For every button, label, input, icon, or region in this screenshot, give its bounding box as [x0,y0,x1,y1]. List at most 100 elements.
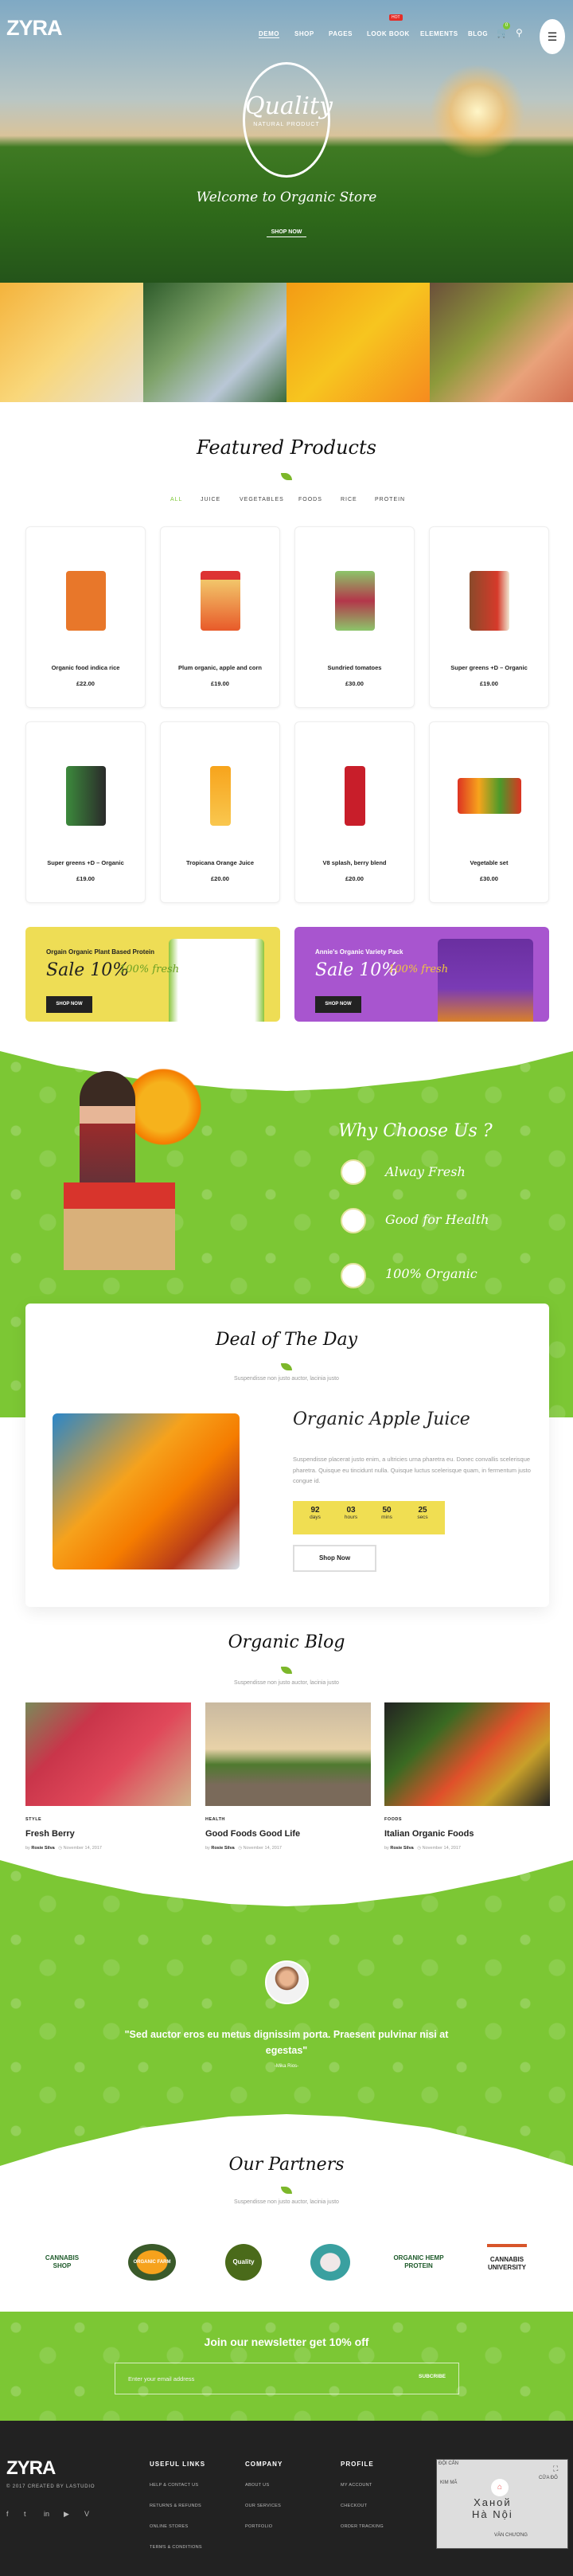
footer-link[interactable]: ORDER TRACKING [341,2524,384,2529]
footer-link[interactable]: ONLINE STORES [150,2524,188,2529]
countdown-value: 03 [346,1506,356,1515]
tab-foods[interactable]: FOODS [298,497,322,502]
subscribe-button[interactable]: SUBCRIBE [419,2374,446,2379]
badge-title: Quality [245,92,333,120]
nav-elements[interactable]: ELEMENTS [420,30,458,37]
nav-demo[interactable]: DEMO [259,30,279,38]
banner-product-image [438,939,533,1022]
facebook-icon[interactable]: f [6,2510,9,2518]
tab-rice[interactable]: RICE [341,497,357,502]
product-name[interactable]: Organic food indica rice [26,664,145,671]
partner-logo-organic-farm[interactable]: ORGANIC FARM [128,2244,176,2281]
product-card[interactable]: Plum organic, apple and corn £19.00 [160,526,280,708]
leaf-icon [281,473,292,480]
product-card[interactable]: Super greens +D – Organic £19.00 [429,526,549,708]
map-label: VĂN CHƯƠNG [494,2533,528,2538]
hero-shop-now-link[interactable]: SHOP NOW [267,229,306,237]
product-name[interactable]: Tropicana Orange Juice [161,859,279,866]
footer-link[interactable]: CHECKOUT [341,2504,367,2508]
twitter-icon[interactable]: t [24,2510,26,2518]
youtube-icon[interactable]: ▶ [64,2510,69,2519]
product-card[interactable]: Tropicana Orange Juice £20.00 [160,721,280,903]
fresh-food-icon [341,1159,366,1185]
product-card[interactable]: Sundried tomatoes £30.00 [294,526,415,708]
blog-post-title[interactable]: Fresh Berry [25,1829,75,1839]
deal-title: Deal of The Day [215,1330,358,1350]
product-card[interactable]: Organic food indica rice £22.00 [25,526,146,708]
product-image [335,571,375,631]
map-city: Ханой Hà Nội [472,2496,513,2520]
tab-vegetables[interactable]: VEGETABLES [240,497,284,502]
partner-logo-cow[interactable] [310,2244,350,2281]
footer-heading: PROFILE [341,2461,374,2468]
product-name[interactable]: Plum organic, apple and corn [161,664,279,671]
nav-shop[interactable]: SHOP [294,30,314,37]
map-label: ĐỘI CẤN [439,2461,459,2466]
promo-banner-annies[interactable]: Annie's Organic Variety Pack Sale 10% 10… [294,927,549,1022]
blog-image-italian-food[interactable] [384,1702,550,1806]
site-logo[interactable]: ZYRA [6,16,62,41]
why-item-health: Good for Health [385,1212,489,1227]
product-card[interactable]: Super greens +D – Organic £19.00 [25,721,146,903]
location-map[interactable]: ĐỘI CẤN KIM MÃ CỬA ĐÔ VĂN CHƯƠNG ⌂ Ханой… [436,2459,568,2549]
promo-banner-protein[interactable]: Orgain Organic Plant Based Protein Sale … [25,927,280,1022]
blog-author[interactable]: Rosie Silva [211,1846,234,1851]
product-image [458,778,521,814]
deal-description: Suspendisse placerat justo enim, a ultri… [293,1456,531,1484]
product-name[interactable]: Super greens +D – Organic [430,664,548,671]
footer-link[interactable]: RETURNS & REFUNDS [150,2504,201,2508]
banner-shop-now-button[interactable]: SHOP NOW [315,996,361,1013]
by-label: by [384,1846,389,1851]
blog-author[interactable]: Rosie Silva [31,1846,54,1851]
footer-link[interactable]: MY ACCOUNT [341,2483,372,2488]
deal-shop-now-button[interactable]: Shop Now [293,1545,376,1572]
deal-subtitle: Suspendisse non justo auctor, lacinia ju… [234,1376,339,1382]
countdown-label: days [310,1515,321,1520]
countdown-label: hours [344,1515,358,1520]
product-card[interactable]: Vegetable set £30.00 [429,721,549,903]
partner-logo-quality[interactable]: Quality [225,2244,262,2281]
product-name[interactable]: Super greens +D – Organic [26,859,145,866]
footer-link[interactable]: HELP & CONTACT US [150,2483,198,2488]
blog-post-title[interactable]: Good Foods Good Life [205,1829,300,1839]
product-name[interactable]: Vegetable set [430,859,548,866]
tab-protein[interactable]: PROTEIN [375,497,405,502]
footer-link[interactable]: ABOUT US [245,2483,269,2488]
partners-subtitle: Suspendisse non justo auctor, lacinia ju… [234,2199,339,2205]
product-name[interactable]: Sundried tomatoes [295,664,414,671]
nav-pages[interactable]: PAGES [329,30,353,37]
partner-logo-cannabis-shop[interactable]: CANNABIS SHOP [38,2244,86,2281]
blog-image-cow-milk[interactable] [205,1702,371,1806]
blog-meta: by Rosie Silva ◷ November 14, 2017 [205,1846,282,1851]
blog-category[interactable]: FOODS [384,1817,402,1822]
footer-logo[interactable]: ZYRA [6,2457,56,2480]
product-image [201,571,240,631]
banner-shop-now-button[interactable]: SHOP NOW [46,996,92,1013]
banner-fresh: 100% fresh [388,964,449,975]
product-name[interactable]: V8 splash, berry blend [295,859,414,866]
email-input[interactable] [115,2363,378,2394]
fullscreen-icon[interactable]: ⛶ [553,2465,558,2473]
organic-100-icon [341,1263,366,1288]
menu-icon[interactable]: ☰ [540,19,565,54]
linkedin-icon[interactable]: in [44,2510,49,2518]
blog-category[interactable]: STYLE [25,1817,41,1822]
blog-post-title[interactable]: Italian Organic Foods [384,1829,474,1839]
footer-link[interactable]: PORTFOLIO [245,2524,272,2529]
nav-look-book[interactable]: LOOK BOOK [367,30,410,37]
blog-category[interactable]: HEALTH [205,1817,225,1822]
countdown-hours: 03 hours [335,1506,367,1520]
vimeo-icon[interactable]: V [84,2510,89,2518]
partner-logo-cannabis-university[interactable]: CANNABIS UNIVERSITY [487,2244,527,2281]
product-price: £30.00 [345,680,364,687]
footer-link[interactable]: TERMS & CONDITIONS [150,2545,202,2550]
blog-image-berry[interactable] [25,1702,191,1806]
footer-link[interactable]: OUR SERVICES [245,2504,281,2508]
nav-blog[interactable]: BLOG [468,30,488,37]
product-card[interactable]: V8 splash, berry blend £20.00 [294,721,415,903]
partner-logo-organic-hemp[interactable]: ORGANIC HEMP PROTEIN [390,2244,447,2281]
blog-author[interactable]: Rosie Silva [390,1846,413,1851]
tab-juice[interactable]: JUICE [201,497,220,502]
tab-all[interactable]: ALL [170,497,182,502]
search-icon[interactable]: ⚲ [516,27,523,38]
